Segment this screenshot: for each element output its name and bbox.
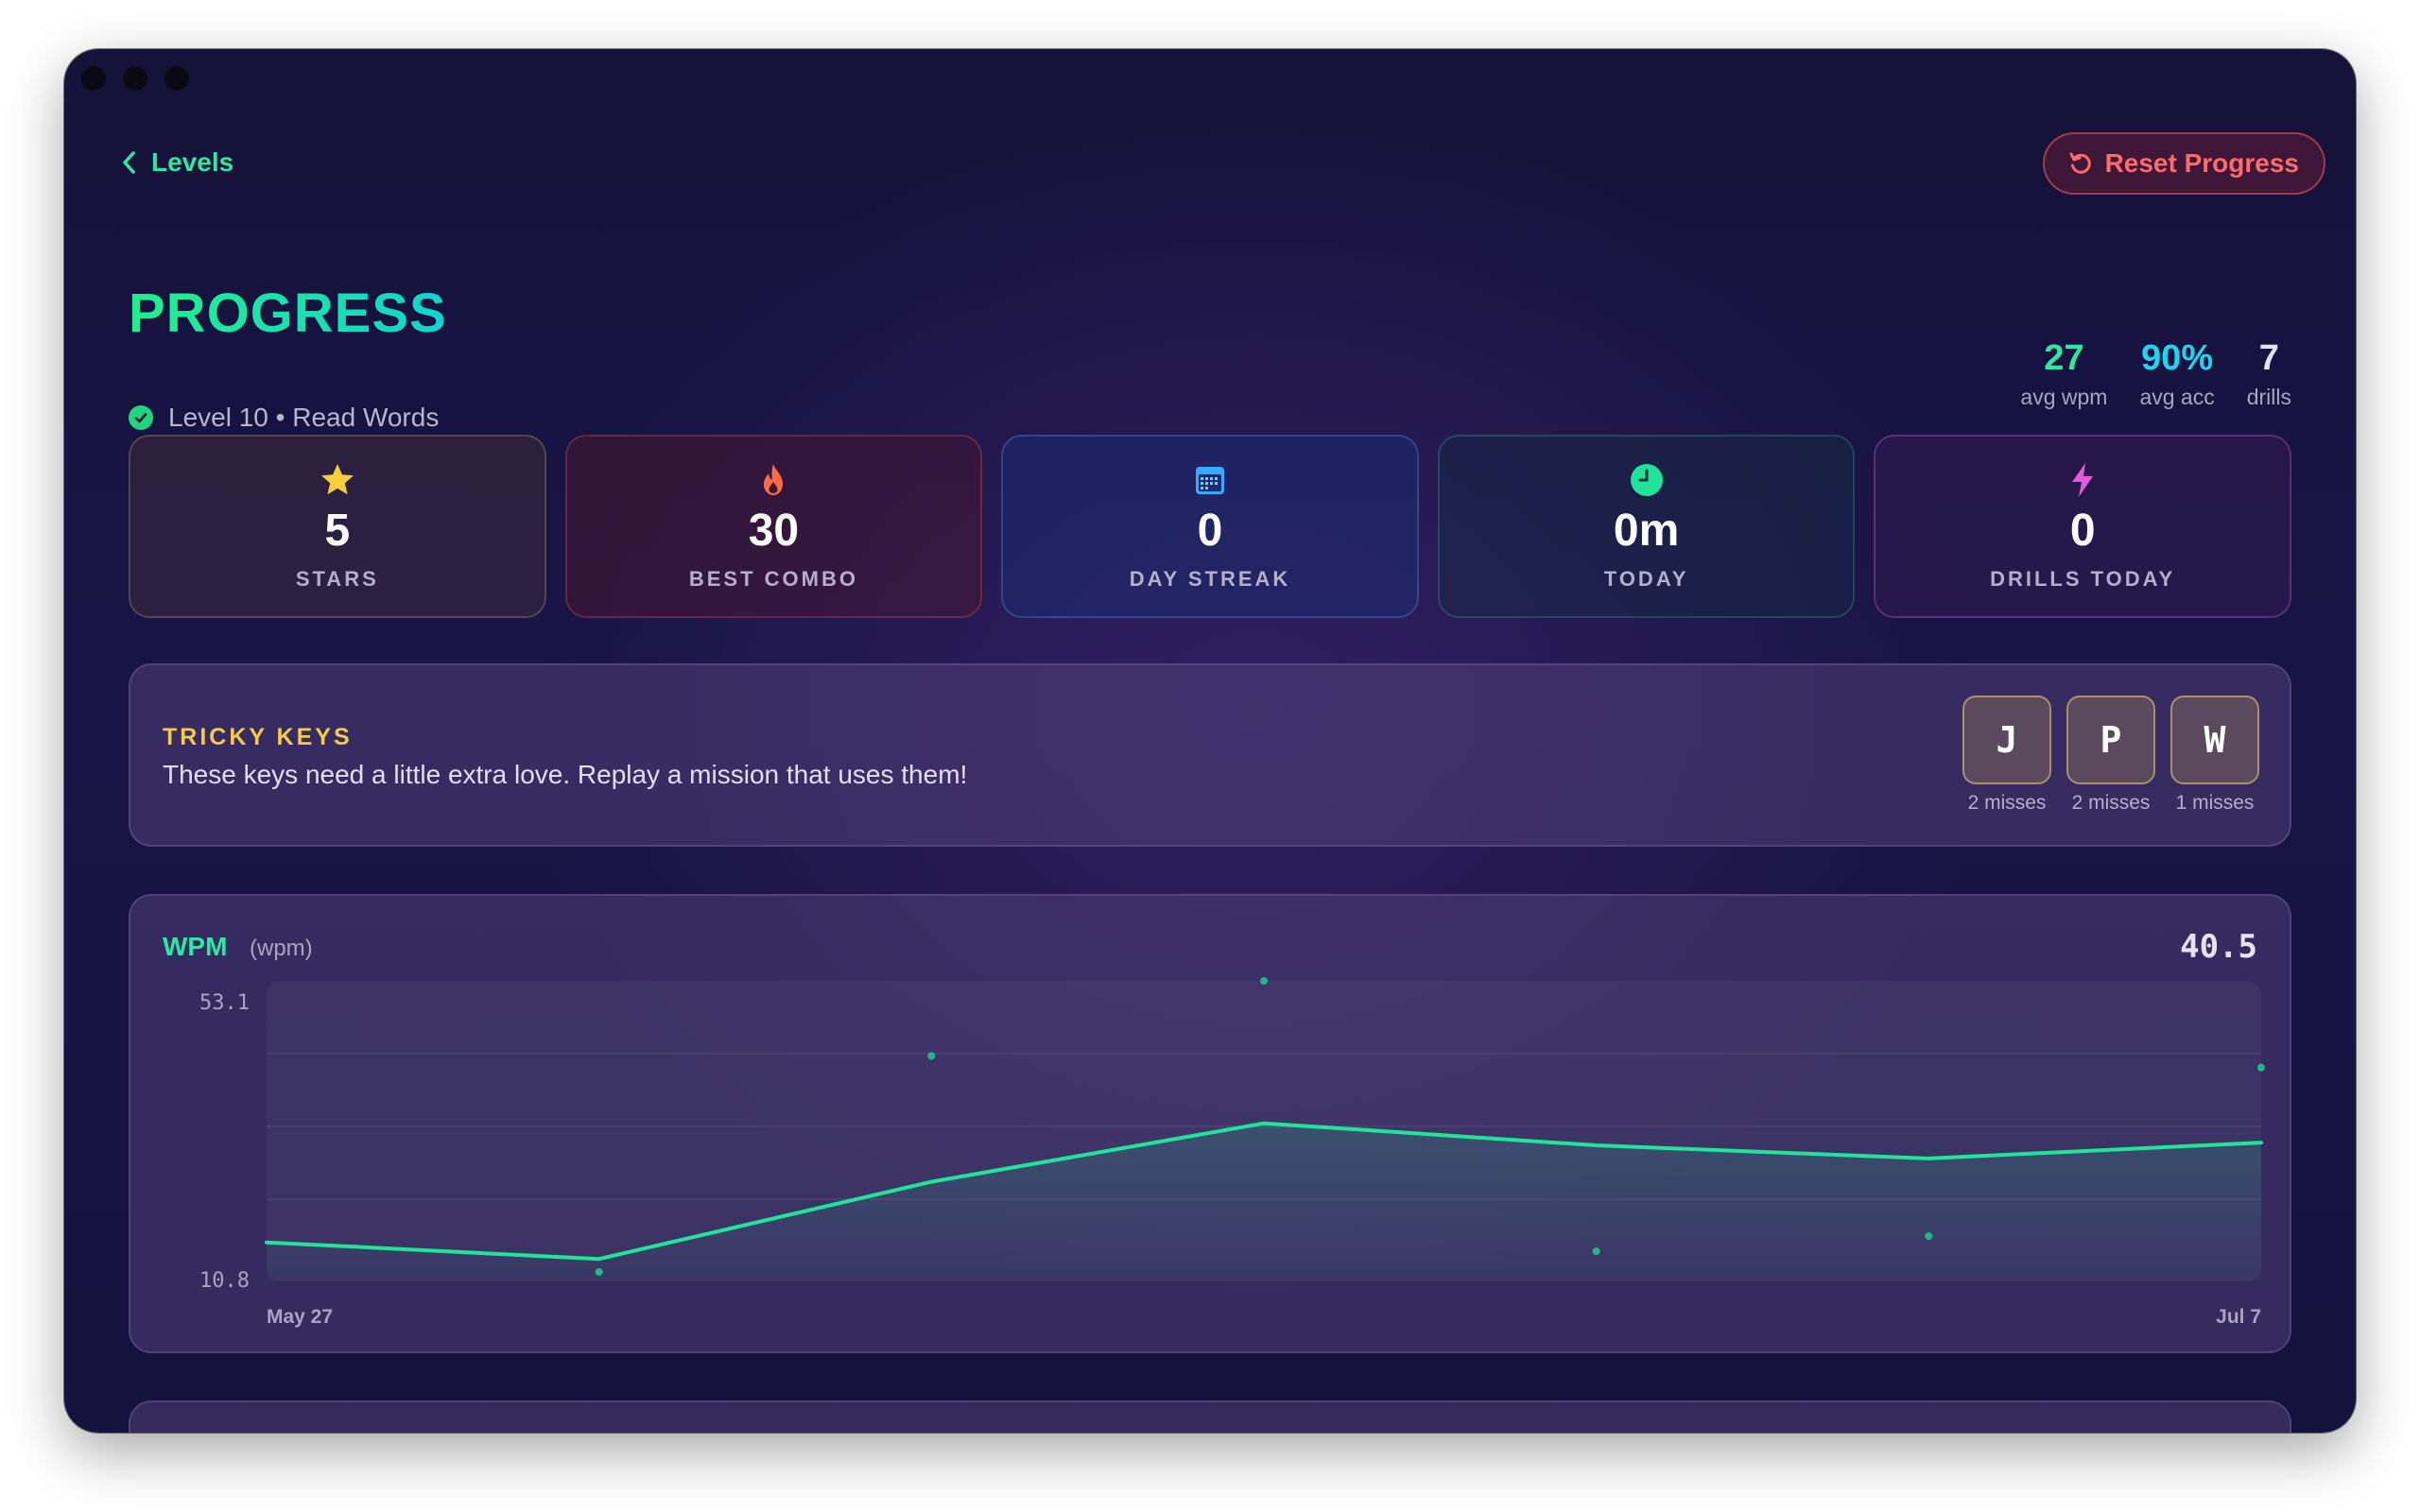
data-point bbox=[595, 1268, 603, 1276]
x-start-label: May 27 bbox=[267, 1306, 333, 1328]
stat-value: 7 bbox=[2258, 338, 2279, 378]
stat-label: avg acc bbox=[2139, 385, 2215, 409]
card-label: BEST COMBO bbox=[688, 567, 858, 591]
tricky-keys-description: These keys need a little extra love. Rep… bbox=[163, 760, 968, 789]
data-point bbox=[1260, 977, 1268, 985]
level-label: Level 10 • Read Words bbox=[168, 403, 440, 432]
reset-progress-button[interactable]: Reset Progress bbox=[2042, 132, 2325, 195]
card-label: DRILLS TODAY bbox=[1990, 567, 2176, 591]
drills-stat: 7 drills bbox=[2247, 338, 2291, 410]
card-value: 0 bbox=[2069, 506, 2096, 556]
tricky-key-p[interactable]: P 2 misses bbox=[2066, 696, 2155, 815]
y-max-label: 53.1 bbox=[199, 991, 250, 1015]
card-value: 5 bbox=[324, 506, 351, 556]
best-combo-card: 30 BEST COMBO bbox=[564, 435, 983, 618]
avg-acc-stat: 90% avg acc bbox=[2139, 338, 2214, 410]
day-streak-card: 0 DAY STREAK bbox=[1001, 435, 1419, 618]
data-point bbox=[2257, 1063, 2265, 1072]
zoom-window-button[interactable] bbox=[164, 66, 189, 91]
bolt-icon bbox=[2072, 463, 2094, 497]
avg-wpm-stat: 27 avg wpm bbox=[2020, 338, 2107, 410]
tricky-keys-heading: TRICKY KEYS bbox=[163, 724, 353, 750]
back-to-levels-link[interactable]: Levels bbox=[119, 147, 233, 178]
flame-icon bbox=[764, 464, 784, 495]
card-value: 30 bbox=[748, 506, 800, 556]
wpm-line-chart: 53.1 10.8 May 27 Jul 7 bbox=[199, 977, 2265, 1328]
drills-today-card: 0 DRILLS TODAY bbox=[1874, 435, 2291, 618]
stat-cards: 5 STARS 30 BEST COMBO 0 DAY STREAK 0m TO… bbox=[129, 435, 2291, 618]
window-controls bbox=[81, 66, 189, 91]
keycap: J bbox=[1962, 696, 2051, 784]
data-point bbox=[927, 1052, 936, 1060]
x-end-label: Jul 7 bbox=[2216, 1306, 2261, 1328]
miss-count: 2 misses bbox=[1967, 792, 2047, 814]
calendar-icon bbox=[1195, 467, 1224, 494]
star-icon bbox=[320, 464, 354, 495]
clock-icon bbox=[1630, 464, 1663, 496]
app-window: Levels Reset Progress PROGRESS Level 10 … bbox=[64, 49, 2356, 1433]
card-value: 0 bbox=[1197, 506, 1223, 556]
reset-icon bbox=[2069, 152, 2091, 174]
card-value: 0m bbox=[1613, 506, 1680, 556]
tricky-keys-panel: TRICKY KEYS These keys need a little ext… bbox=[129, 663, 2291, 847]
level-subtitle: Level 10 • Read Words bbox=[129, 403, 439, 433]
miss-count: 1 misses bbox=[2175, 792, 2255, 814]
wpm-chart-card: WPM (wpm) 40.5 53.1 10.8 May 27 Jul 7 bbox=[129, 894, 2291, 1353]
check-circle-icon bbox=[129, 405, 153, 430]
data-point bbox=[1592, 1247, 1600, 1256]
stat-label: avg wpm bbox=[2020, 385, 2108, 409]
stars-card: 5 STARS bbox=[129, 435, 546, 618]
summary-stats: 27 avg wpm 90% avg acc 7 drills bbox=[2020, 338, 2291, 410]
stat-label: drills bbox=[2246, 385, 2291, 409]
today-time-card: 0m TODAY bbox=[1437, 435, 1856, 618]
y-min-label: 10.8 bbox=[199, 1269, 250, 1293]
card-label: TODAY bbox=[1603, 567, 1689, 591]
back-label: Levels bbox=[151, 147, 234, 177]
next-panel bbox=[129, 1400, 2291, 1433]
tricky-key-j[interactable]: J 2 misses bbox=[1962, 696, 2051, 815]
data-point bbox=[1925, 1232, 1933, 1241]
stat-value: 90% bbox=[2141, 338, 2214, 378]
keycap: W bbox=[2170, 696, 2259, 784]
miss-count: 2 misses bbox=[2071, 792, 2151, 814]
stat-value: 27 bbox=[2044, 338, 2084, 378]
close-window-button[interactable] bbox=[81, 66, 106, 91]
card-label: DAY STREAK bbox=[1129, 567, 1291, 591]
card-label: STARS bbox=[295, 567, 379, 591]
minimize-window-button[interactable] bbox=[123, 66, 147, 91]
reset-label: Reset Progress bbox=[2104, 148, 2299, 178]
tricky-key-list: J 2 misses P 2 misses W 1 misses bbox=[1962, 696, 2259, 815]
chevron-left-icon bbox=[123, 151, 135, 174]
page-title: PROGRESS bbox=[129, 283, 447, 344]
tricky-key-w[interactable]: W 1 misses bbox=[2170, 696, 2259, 815]
keycap: P bbox=[2066, 696, 2155, 784]
